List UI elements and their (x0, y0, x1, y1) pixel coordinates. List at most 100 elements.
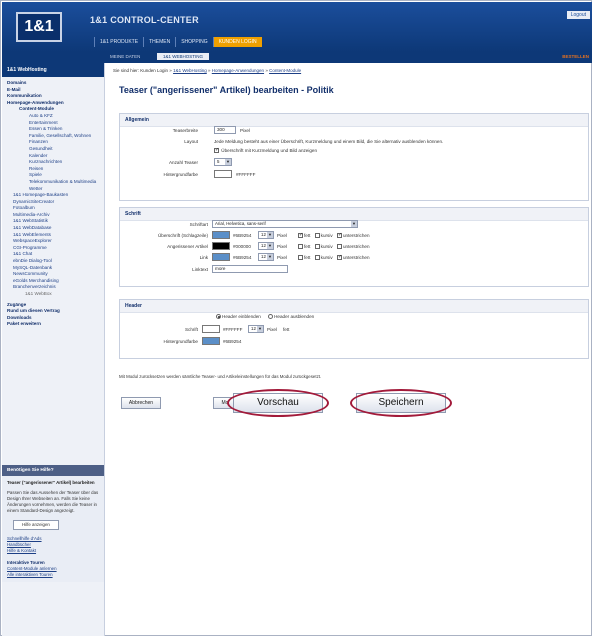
sidebar-item-multimedia-archiv[interactable]: Multimedia-Archiv (7, 212, 99, 219)
sidebar-item-mysql[interactable]: MySQL-Datenbank (7, 265, 99, 272)
header-hg-swatch[interactable] (202, 337, 220, 345)
ueberschrift-size: 12 (261, 232, 266, 237)
sidebar-item-domains[interactable]: Domains (7, 80, 99, 87)
sidebar-item-entertainment[interactable]: Entertainment (7, 120, 99, 127)
sidebar-bottom-group: Zugänge Rund um diesen Vertrag Downloads… (7, 302, 99, 328)
sidebar-item-webelements[interactable]: 1&1 WebElements (7, 232, 99, 239)
sidebar-item-auto[interactable]: Auto & KFZ (7, 113, 99, 120)
artikel-size-select[interactable]: 12 ▼ (258, 242, 274, 250)
sidebar-item-webdatabase[interactable]: 1&1 WebDatabase (7, 225, 99, 232)
ueberschrift-color-swatch[interactable] (212, 231, 230, 239)
sidebar-item-homepage-anwendungen[interactable]: Homepage-Anwendungen (7, 100, 99, 107)
anzahl-teaser-value: 5 (217, 159, 220, 164)
main-content: Sie sind hier: Kunden Login » 1&1 WebHos… (109, 63, 589, 633)
brand-logo[interactable]: 1&1 (16, 12, 62, 42)
sidebar-item-branchenverzeichnis[interactable]: Branchenverzeichnis (7, 284, 99, 291)
reset-note: Mit Modul zurücksetzen werden sämtliche … (119, 374, 322, 379)
unterstrichen-label: unterstrichen (342, 244, 370, 249)
link-size-select[interactable]: 12 ▼ (258, 253, 274, 261)
header-einblenden-radio[interactable] (216, 314, 221, 320)
subnav-webhosting[interactable]: 1&1 WEBHOSTING (157, 53, 210, 60)
link-kursiv-checkbox[interactable] (314, 255, 320, 261)
sidebar-item-gesundheit[interactable]: Gesundheit (7, 146, 99, 153)
layout-checkbox[interactable] (214, 147, 219, 154)
sidebar-item-spiele[interactable]: Spiele (7, 172, 99, 179)
sidebar-item-kommunikation[interactable]: Kommunikation (7, 93, 99, 100)
breadcrumb: Sie sind hier: Kunden Login » 1&1 WebHos… (113, 68, 302, 73)
artikel-unterstrichen-checkbox[interactable] (336, 244, 342, 250)
hilfe-anzeigen-button[interactable]: Hilfe anzeigen (13, 520, 59, 530)
link-unterstrichen-checkbox[interactable] (336, 254, 342, 261)
header-schrift-pixel: Pixel (267, 327, 277, 332)
sidebar-item-telekommunikation[interactable]: Telekommunikation & Multimedia (7, 179, 99, 186)
sidebar-item-merchandising[interactable]: eGolds Merchandising (7, 278, 99, 285)
sidebar-item-vertrag[interactable]: Rund um diesen Vertrag (7, 308, 99, 315)
schriftart-select[interactable]: Arial, Helvetica, sans-serif ▼ (212, 220, 358, 228)
schriftart-value: Arial, Helvetica, sans-serif (215, 221, 266, 226)
nav-kunden-login[interactable]: KUNDEN LOGIN (212, 37, 262, 47)
sidebar-item-kurznachrichten[interactable]: Kurznachrichten (7, 159, 99, 166)
help-box: Benötigen Sie Hilfe? Teaser ("angerissen… (2, 465, 104, 582)
sidebar-item-cgi-programme[interactable]: CGI-Programme (7, 245, 99, 252)
logout-button[interactable]: Logout (566, 11, 590, 19)
ueberschrift-label: Überschrift (Schlagzeile) (157, 233, 208, 238)
sidebar-item-webbox[interactable]: 1&1 WebBox (7, 291, 99, 298)
sidebar-head[interactable]: 1&1 WebHosting (2, 63, 104, 77)
abbrechen-button[interactable]: Abbrechen (121, 397, 161, 409)
sidebar-item-homepage-baukasten[interactable]: 1&1 Homepage-Baukasten (7, 192, 99, 199)
header-ausblenden-radio[interactable] (268, 314, 274, 320)
tour-link-alle[interactable]: Alle interaktiven Touren (7, 572, 99, 578)
breadcrumb-webhosting[interactable]: 1&1 WebHosting (173, 68, 207, 73)
bestellen-link[interactable]: BESTELLEN (562, 54, 589, 59)
sidebar-item-chat[interactable]: 1&1 Chat (7, 251, 99, 258)
sidebar-item-fotoalbum[interactable]: Fotoalbum (7, 205, 99, 212)
artikel-fett-checkbox[interactable] (298, 244, 303, 250)
header-schrift-swatch[interactable] (202, 325, 220, 333)
artikel-color-swatch[interactable] (212, 242, 230, 250)
unterstrichen-label: unterstrichen (342, 233, 370, 238)
sidebar-item-webspaceexplorer[interactable]: WebspaceExplorer (7, 238, 99, 245)
nav-produkte[interactable]: 1&1 PRODUKTE (94, 37, 143, 47)
help-box-text: Passen Sie das Aussehen der Teaser über … (7, 490, 99, 513)
sidebar-item-zugaenge[interactable]: Zugänge (7, 302, 99, 309)
sidebar-item-familie[interactable]: Familie, Gesellschaft, Wohnen (7, 133, 99, 140)
sidebar-item-content-module[interactable]: Content-Module (7, 106, 99, 113)
nav-themen[interactable]: THEMEN (143, 37, 175, 47)
nav-shopping[interactable]: SHOPPING (175, 37, 212, 47)
help-link-kontakt[interactable]: Hilfe & Kontakt (7, 548, 99, 554)
artikel-size: 12 (261, 243, 266, 248)
sidebar-item-kalender[interactable]: Kalender (7, 153, 99, 160)
linktext-input[interactable]: more (212, 265, 288, 273)
subnav-meine-daten[interactable]: MEINE DATEN (110, 54, 140, 59)
header-schrift-size-select[interactable]: 12 ▼ (248, 325, 264, 333)
sidebar-item-reisen[interactable]: Reisen (7, 166, 99, 173)
artikel-kursiv-checkbox[interactable] (314, 244, 320, 250)
ueberschrift-fett-checkbox[interactable] (298, 232, 303, 239)
ueberschrift-kursiv-checkbox[interactable] (314, 233, 320, 239)
breadcrumb-homepage-anwendungen[interactable]: Homepage-Anwendungen (212, 68, 264, 73)
sidebar: 1&1 WebHosting Domains E-Mail Kommunikat… (2, 63, 105, 636)
sidebar-item-paket-erweitern[interactable]: Paket erweitern (7, 321, 99, 328)
sidebar-item-dialog-tool[interactable]: ebnDie Dialog-Tool (7, 258, 99, 265)
link-color-swatch[interactable] (212, 253, 230, 261)
link-fett-checkbox[interactable] (298, 255, 303, 261)
sidebar-item-email[interactable]: E-Mail (7, 87, 99, 94)
header-visibility: Header einblenden Header ausblenden (216, 314, 315, 320)
link-pixel: Pixel (277, 255, 287, 260)
sidebar-item-essen[interactable]: Essen & Trinken (7, 126, 99, 133)
hintergrundfarbe-swatch[interactable] (214, 170, 232, 178)
anzahl-teaser-select[interactable]: 5 ▼ (214, 158, 232, 166)
sidebar-item-wetter[interactable]: Wetter (7, 186, 99, 193)
sidebar-item-dynamicsitecreator[interactable]: DynamicSiteCreator (7, 199, 99, 206)
sidebar-item-newscommunity[interactable]: NewsCommunity (7, 271, 99, 278)
chevron-down-icon: ▼ (225, 159, 231, 165)
header-ausblenden-label: Header ausblenden (274, 314, 315, 319)
sidebar-item-webstatistik[interactable]: 1&1 WebStatistik (7, 218, 99, 225)
sidebar-item-downloads[interactable]: Downloads (7, 315, 99, 322)
teaserbreite-input[interactable]: 300 (214, 126, 236, 134)
artikel-styles: fett kursiv unterstrichen (298, 244, 370, 250)
sidebar-item-finanzen[interactable]: Finanzen (7, 139, 99, 146)
breadcrumb-content-module[interactable]: Content-Module (269, 68, 301, 73)
ueberschrift-unterstrichen-checkbox[interactable] (336, 232, 342, 239)
ueberschrift-size-select[interactable]: 12 ▼ (258, 231, 274, 239)
